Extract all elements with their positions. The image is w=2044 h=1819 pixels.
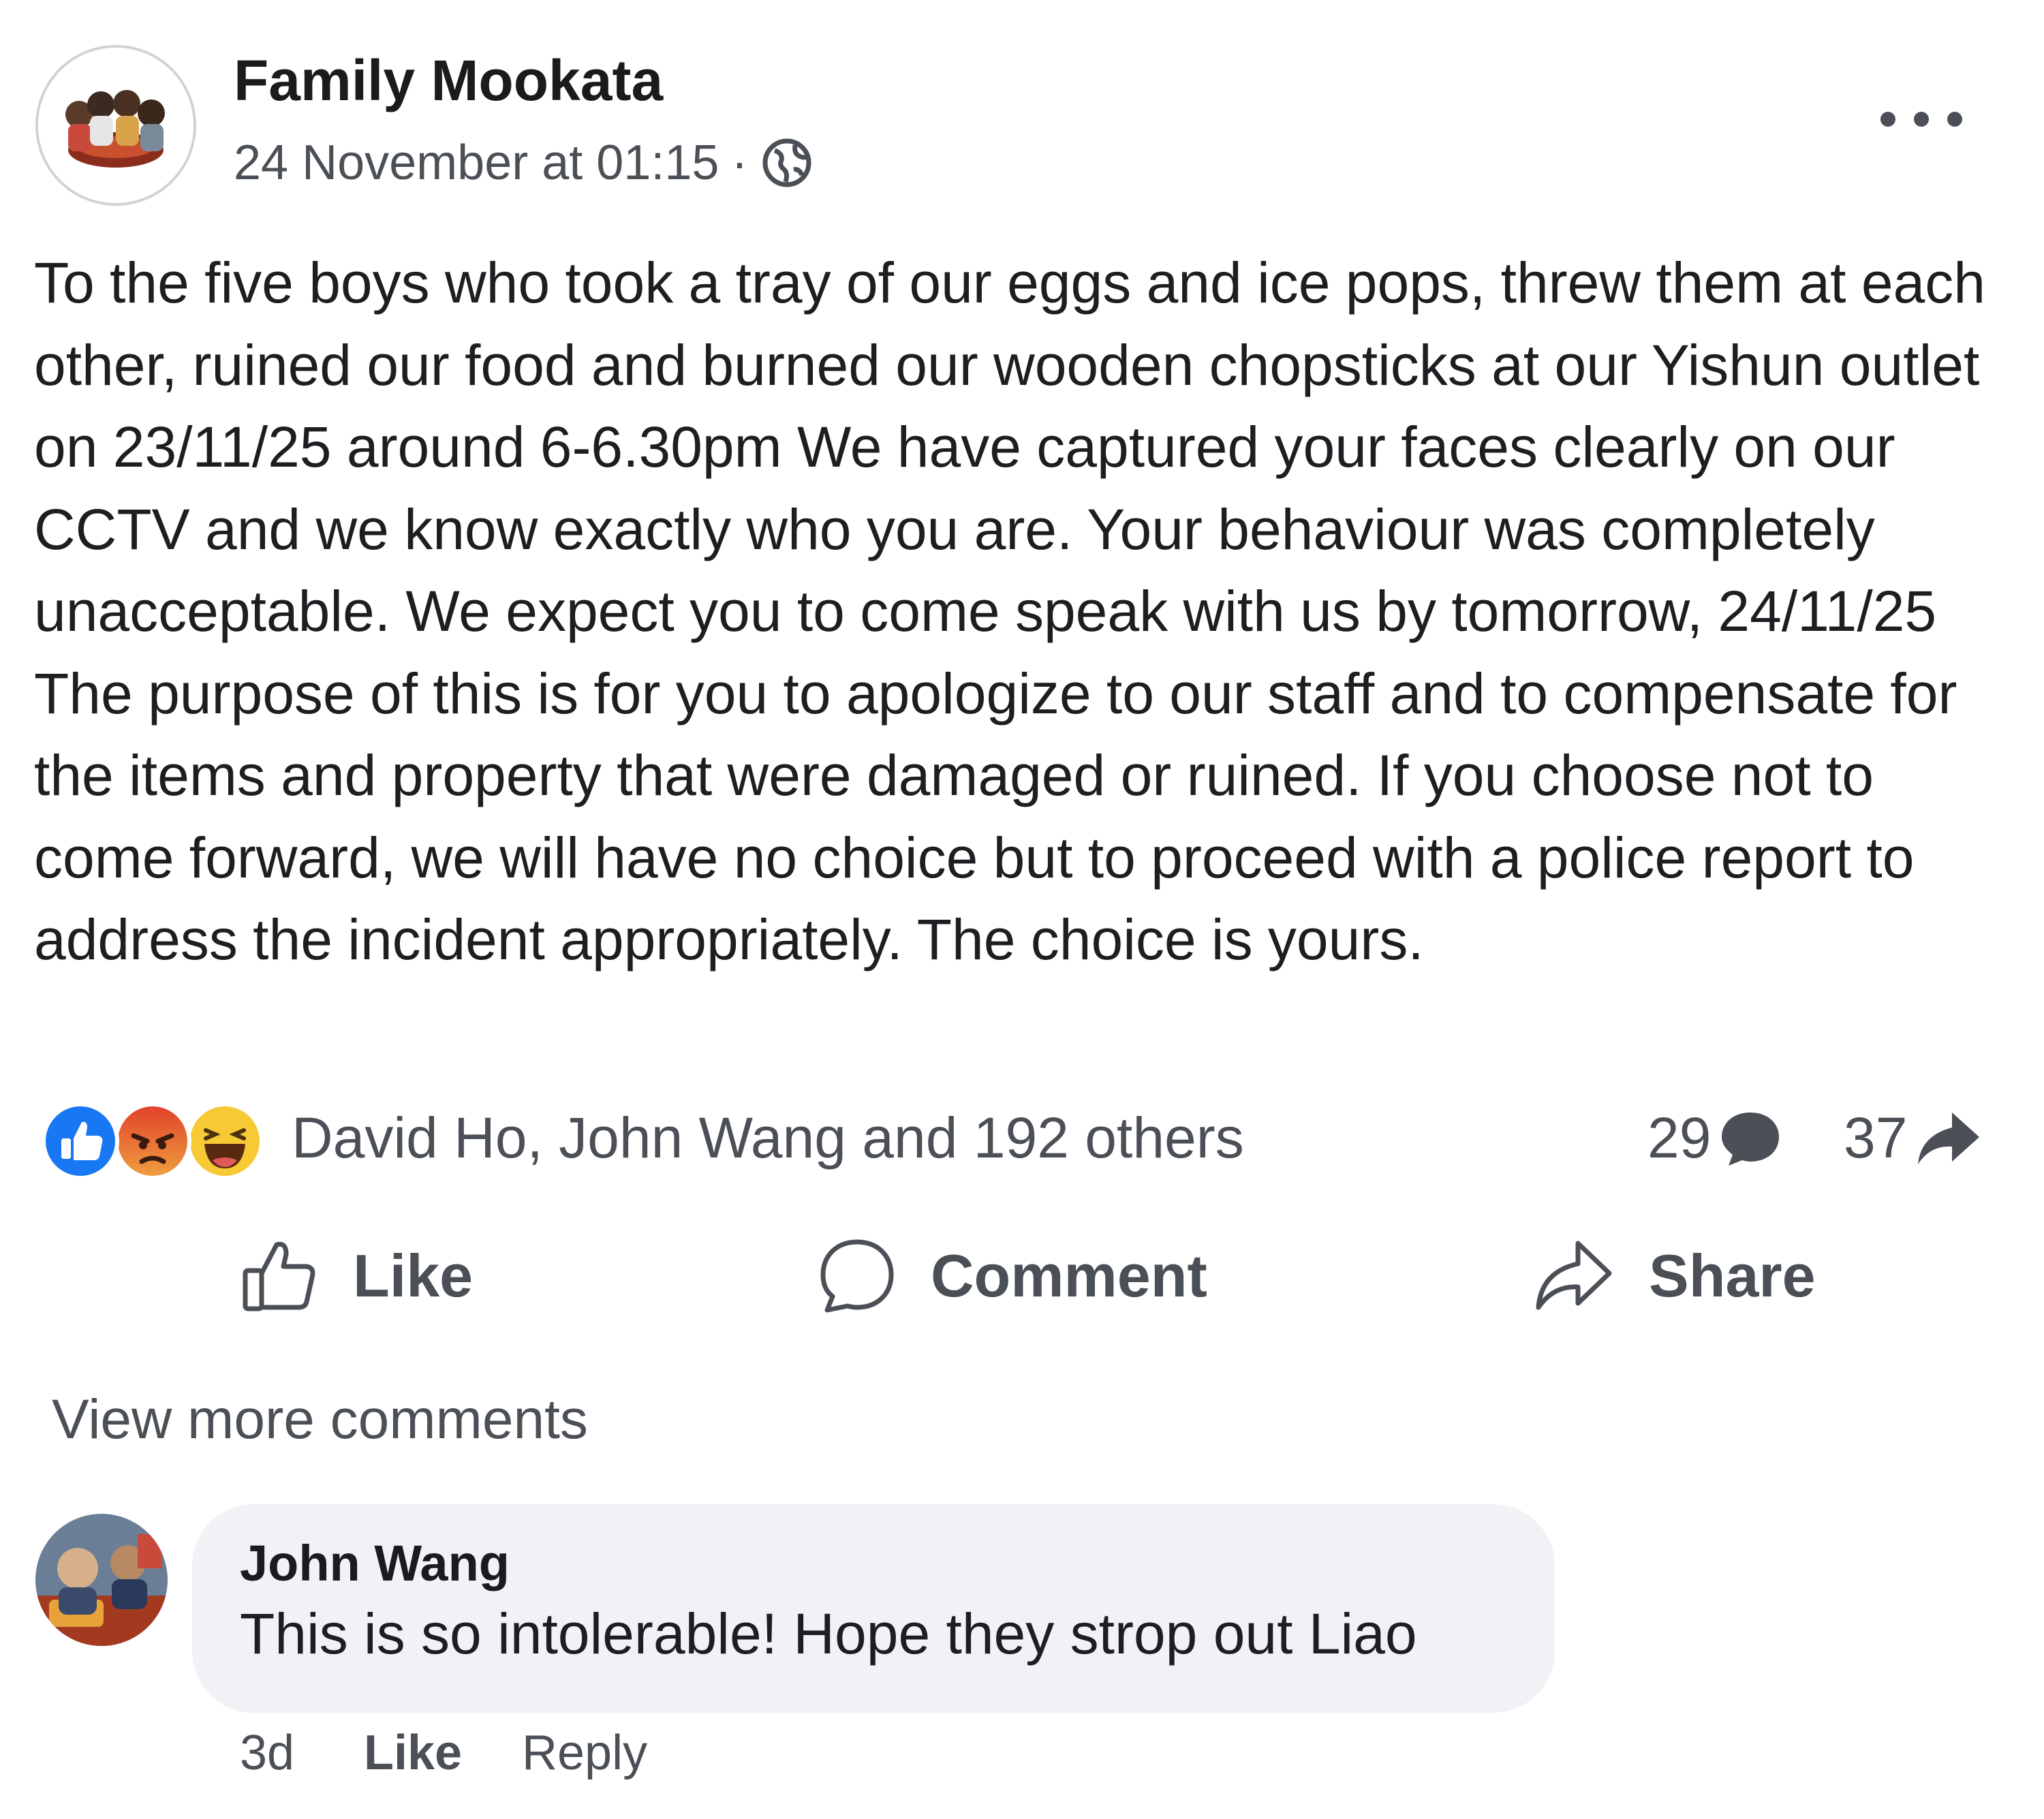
comment-bubble-icon — [1722, 1112, 1780, 1166]
comment-text: This is so intolerable! Hope they strop … — [240, 1602, 1417, 1666]
like-label: Like — [353, 1242, 474, 1309]
globe-icon[interactable] — [760, 136, 814, 190]
share-count-value: 37 — [1844, 1106, 1908, 1170]
comment-button[interactable]: Comment — [818, 1232, 1207, 1320]
reaction-summary[interactable]: David Ho, John Wang and 192 others — [292, 1105, 1244, 1171]
like-button[interactable]: Like — [240, 1232, 473, 1320]
share-count[interactable]: 37 — [1844, 1105, 1982, 1171]
comment-label: Comment — [931, 1242, 1207, 1309]
comment-count-value: 29 — [1647, 1106, 1712, 1170]
dot — [1880, 112, 1895, 127]
share-button[interactable]: Share — [1533, 1232, 1816, 1320]
page-avatar[interactable] — [35, 45, 196, 206]
comment-author-name[interactable]: John Wang — [240, 1533, 1555, 1594]
angry-reaction-icon — [114, 1102, 191, 1180]
post-author-name[interactable]: Family Mookata — [234, 48, 663, 114]
view-more-comments-link[interactable]: View more comments — [52, 1388, 588, 1452]
commenter-avatar[interactable] — [35, 1514, 168, 1646]
dot — [1914, 112, 1929, 127]
like-reaction-icon — [42, 1102, 119, 1180]
reaction-icons[interactable] — [41, 1102, 273, 1181]
haha-reaction-icon — [186, 1102, 264, 1180]
comment-like-button[interactable]: Like — [364, 1725, 462, 1781]
comment-icon — [820, 1239, 894, 1313]
more-options-icon[interactable] — [1880, 102, 1962, 136]
share-icon — [1536, 1241, 1612, 1310]
meta-separator: · — [731, 136, 748, 190]
post-meta: 24 November at 01:15 · — [234, 135, 814, 191]
thumbs-up-icon — [243, 1241, 315, 1311]
post-body-text: To the five boys who took a tray of our … — [34, 251, 1985, 971]
dot — [1947, 112, 1962, 127]
comment-reply-button[interactable]: Reply — [522, 1725, 647, 1781]
share-arrow-icon — [1918, 1112, 1980, 1164]
comment-bubble: John Wang This is so intolerable! Hope t… — [192, 1504, 1555, 1713]
comment-count[interactable]: 29 — [1647, 1105, 1783, 1171]
comment-age[interactable]: 3d — [240, 1725, 294, 1781]
post-timestamp[interactable]: 24 November at 01:15 — [234, 135, 719, 191]
share-label: Share — [1649, 1242, 1816, 1309]
